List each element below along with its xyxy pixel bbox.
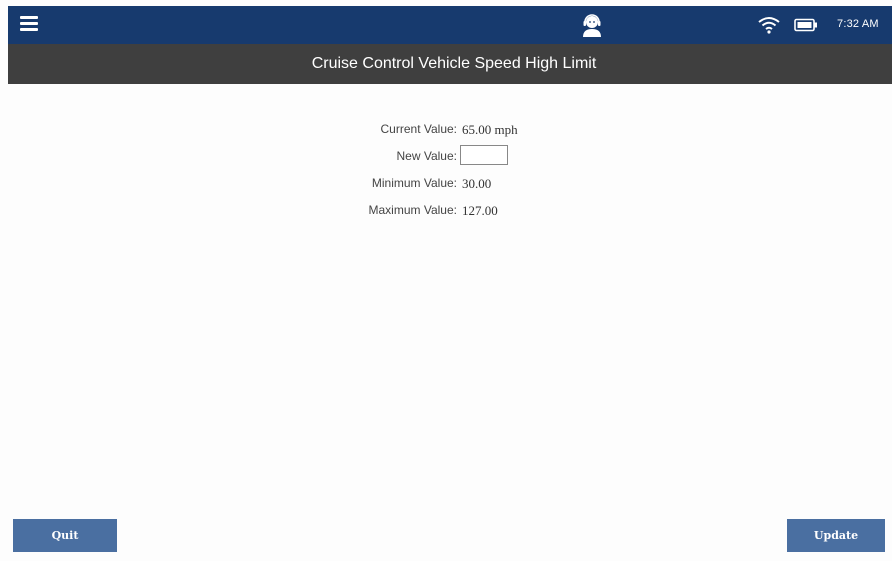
battery-icon [794,18,817,32]
status-bar: 7:32 AM [8,6,892,44]
new-value-input[interactable] [460,145,508,165]
wifi-icon [758,17,780,34]
maximum-value-label: Maximum Value: [368,203,457,217]
maximum-value: 127.00 [462,203,498,218]
new-value-row: New Value: [300,145,600,172]
menu-icon[interactable] [20,16,38,32]
current-value-row: Current Value: 65.00 mph [300,118,600,145]
title-bar: Cruise Control Vehicle Speed High Limit [8,44,892,84]
new-value-label: New Value: [396,149,457,163]
minimum-value-row: Minimum Value: 30.00 [300,172,600,199]
current-value-label: Current Value: [380,122,457,136]
minimum-value: 30.00 [462,176,492,191]
support-agent-icon[interactable] [579,12,605,38]
update-button[interactable]: Update [787,519,885,552]
app-screen: 7:32 AM Cruise Control Vehicle Speed Hig… [0,0,892,561]
quit-button[interactable]: Quit [13,519,117,552]
maximum-value-row: Maximum Value: 127.00 [300,199,600,226]
status-time: 7:32 AM [837,18,879,30]
minimum-value-label: Minimum Value: [371,176,457,190]
parameter-form: Current Value: 65.00 mph New Value: Mini… [300,118,600,226]
page-title: Cruise Control Vehicle Speed High Limit [311,55,597,72]
current-value: 65.00 mph [462,122,518,137]
